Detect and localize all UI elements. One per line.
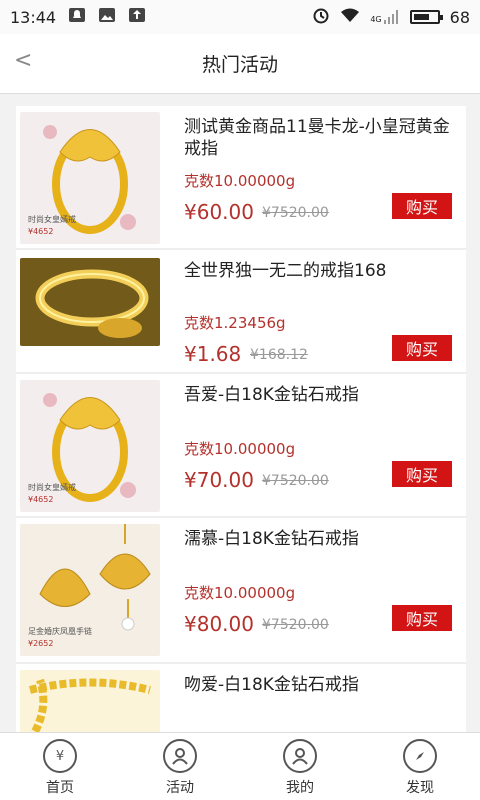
tab-label: 首页 xyxy=(46,780,74,796)
shell-pendant-image: 足金婚庆凤凰手链 ¥2652 xyxy=(20,524,160,656)
notification-bell-icon xyxy=(68,7,86,27)
product-weight: 克数10.00000g xyxy=(184,440,296,458)
buy-button[interactable]: 购买 xyxy=(392,193,452,219)
gold-chain-image xyxy=(20,670,160,732)
product-card[interactable]: 时尚女皇嫣戒 ¥4652 测试黄金商品11曼卡龙-小皇冠黄金戒指 克数10.00… xyxy=(16,106,466,250)
signal-icon: 4G xyxy=(370,10,399,24)
product-weight: 克数10.00000g xyxy=(184,172,296,190)
product-image[interactable] xyxy=(20,670,160,732)
crown-ring-image: 时尚女皇嫣戒 ¥4652 xyxy=(20,380,160,512)
compass-icon xyxy=(403,739,437,773)
product-image[interactable] xyxy=(20,258,160,346)
status-time: 13:44 xyxy=(10,7,57,27)
gold-bangle-image xyxy=(20,258,160,346)
product-price: ¥60.00 xyxy=(184,200,254,224)
profile-user-icon xyxy=(283,739,317,773)
tab-home[interactable]: ¥ 首页 xyxy=(0,733,120,800)
image-price: ¥2652 xyxy=(28,639,53,648)
tab-bar: ¥ 首页 活动 我的 发现 xyxy=(0,732,480,800)
tab-label: 我的 xyxy=(286,780,314,796)
home-yen-icon: ¥ xyxy=(43,739,77,773)
buy-button[interactable]: 购买 xyxy=(392,335,452,361)
activity-user-icon xyxy=(163,739,197,773)
product-card[interactable]: 吻爱-白18K金钻石戒指 xyxy=(16,664,466,732)
product-price: ¥1.68 xyxy=(184,342,242,366)
product-image[interactable]: 时尚女皇嫣戒 ¥4652 xyxy=(20,112,160,244)
upload-icon xyxy=(128,7,146,27)
tab-profile[interactable]: 我的 xyxy=(240,733,360,800)
product-list[interactable]: 时尚女皇嫣戒 ¥4652 测试黄金商品11曼卡龙-小皇冠黄金戒指 克数10.00… xyxy=(16,106,466,732)
product-name[interactable]: 测试黄金商品11曼卡龙-小皇冠黄金戒指 xyxy=(184,116,464,160)
tab-label: 活动 xyxy=(166,780,194,796)
product-card[interactable]: 足金婚庆凤凰手链 ¥2652 濡慕-白18K金钻石戒指 克数10.00000g … xyxy=(16,518,466,664)
product-name[interactable]: 濡慕-白18K金钻石戒指 xyxy=(184,528,464,550)
product-card[interactable]: 全世界独一无二的戒指168 克数1.23456g ¥1.68 ¥168.12 购… xyxy=(16,250,466,374)
back-chevron-icon[interactable]: < xyxy=(14,48,32,73)
product-weight: 克数1.23456g xyxy=(184,314,286,332)
image-caption: 足金婚庆凤凰手链 xyxy=(28,626,92,636)
tab-activity[interactable]: 活动 xyxy=(120,733,240,800)
product-name[interactable]: 吾爱-白18K金钻石戒指 xyxy=(184,384,464,406)
network-type: 4G xyxy=(370,15,382,24)
original-price: ¥7520.00 xyxy=(262,205,329,221)
product-card[interactable]: 时尚女皇嫣戒 ¥4652 吾爱-白18K金钻石戒指 克数10.00000g ¥7… xyxy=(16,374,466,518)
product-price: ¥80.00 xyxy=(184,612,254,636)
buy-button[interactable]: 购买 xyxy=(392,605,452,631)
battery-percent: 68 xyxy=(449,7,470,27)
original-price: ¥7520.00 xyxy=(262,617,329,633)
product-image[interactable]: 足金婚庆凤凰手链 ¥2652 xyxy=(20,524,160,656)
image-caption: 时尚女皇嫣戒 xyxy=(28,214,76,224)
original-price: ¥7520.00 xyxy=(262,473,329,489)
product-image[interactable]: 时尚女皇嫣戒 ¥4652 xyxy=(20,380,160,512)
battery-icon xyxy=(409,10,443,24)
tab-label: 发现 xyxy=(406,780,434,796)
image-price: ¥4652 xyxy=(28,227,53,236)
nav-bar: < 热门活动 xyxy=(0,34,480,94)
product-price: ¥70.00 xyxy=(184,468,254,492)
original-price: ¥168.12 xyxy=(250,347,308,363)
product-name[interactable]: 吻爱-白18K金钻石戒指 xyxy=(184,674,464,696)
image-price: ¥4652 xyxy=(28,495,53,504)
gallery-icon xyxy=(98,7,116,27)
alarm-icon xyxy=(312,6,330,28)
tab-discover[interactable]: 发现 xyxy=(360,733,480,800)
status-bar: 13:44 4G 68 xyxy=(0,0,480,34)
wifi-icon xyxy=(340,7,360,27)
crown-ring-image: 时尚女皇嫣戒 ¥4652 xyxy=(20,112,160,244)
page-title: 热门活动 xyxy=(201,54,278,76)
image-caption: 时尚女皇嫣戒 xyxy=(28,482,76,492)
buy-button[interactable]: 购买 xyxy=(392,461,452,487)
product-name[interactable]: 全世界独一无二的戒指168 xyxy=(184,260,464,282)
product-weight: 克数10.00000g xyxy=(184,584,296,602)
